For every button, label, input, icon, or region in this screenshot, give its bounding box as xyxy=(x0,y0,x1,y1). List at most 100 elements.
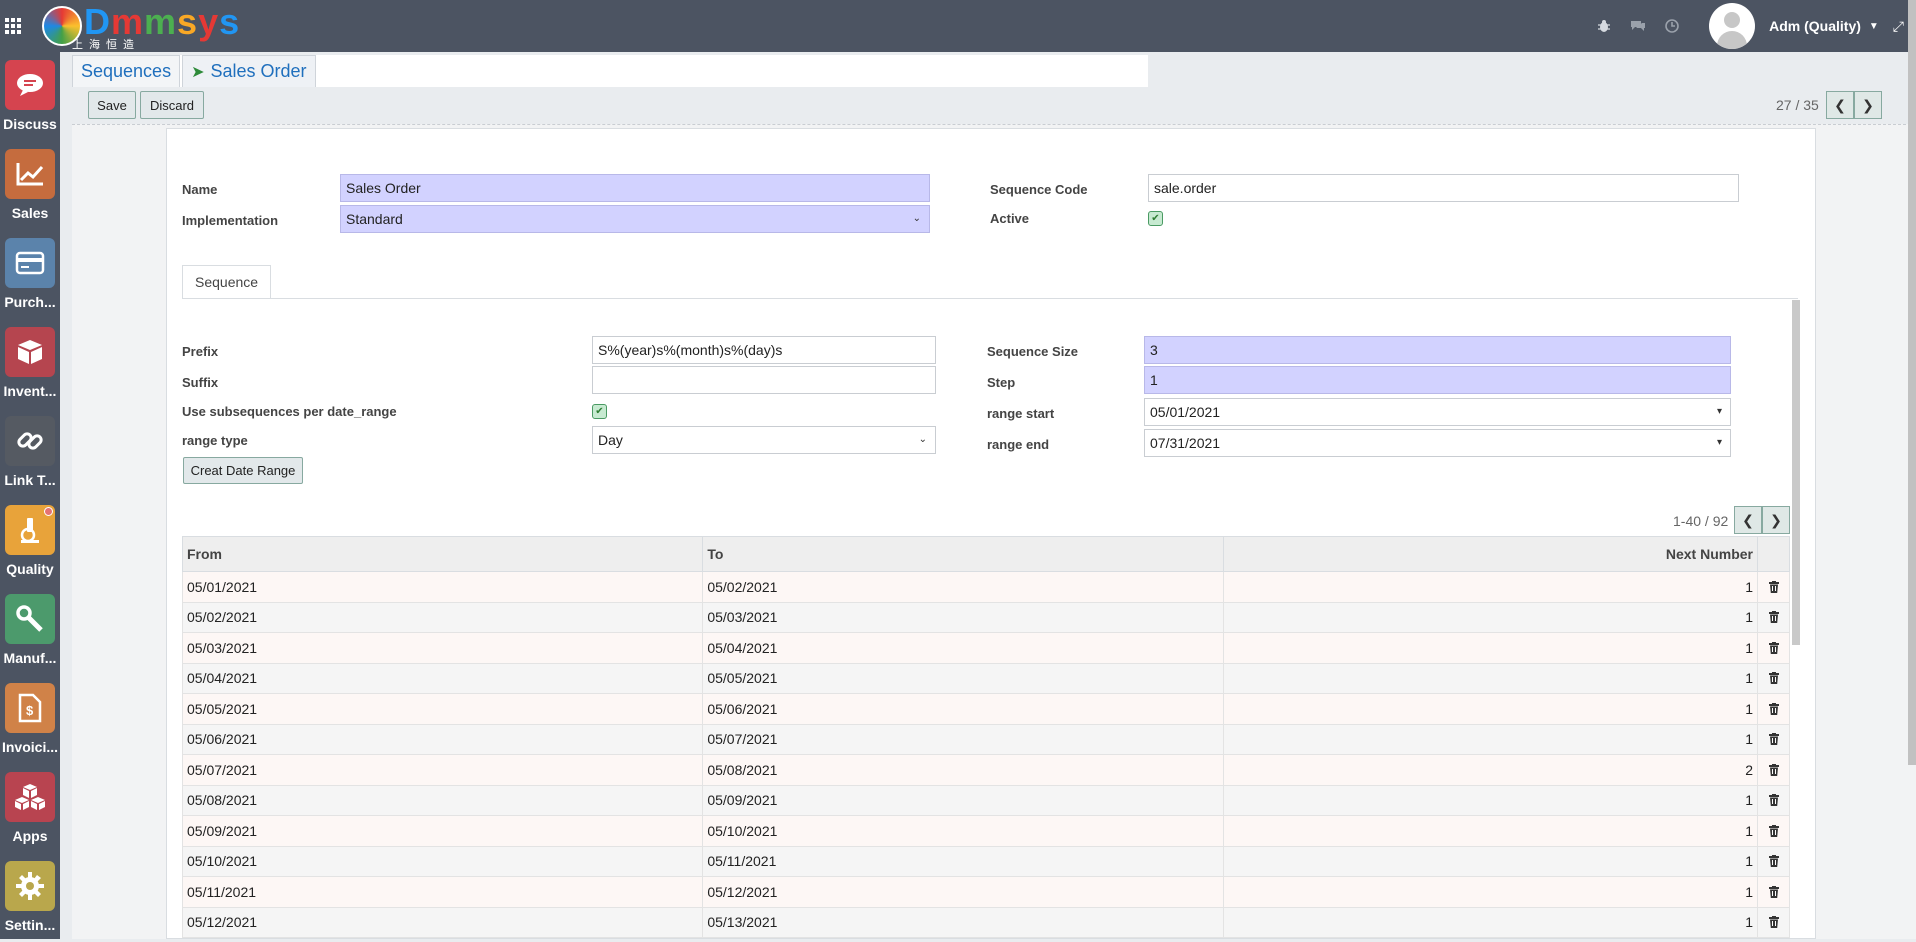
delete-row-button[interactable] xyxy=(1758,725,1789,755)
table-row[interactable]: 05/01/2021 05/02/2021 1 xyxy=(182,572,1790,603)
discard-button[interactable]: Discard xyxy=(140,91,204,119)
delete-row-button[interactable] xyxy=(1758,572,1789,602)
company-logo[interactable]: Dmmsys 上海恒造 xyxy=(42,0,240,52)
table-pager-next-button[interactable]: ❯ xyxy=(1762,506,1790,534)
cell-to[interactable]: 05/12/2021 xyxy=(703,877,1224,907)
column-header-from[interactable]: From xyxy=(183,537,704,571)
sidebar-item-sales[interactable]: Sales xyxy=(0,141,60,230)
range-type-select[interactable]: Day ⌄ xyxy=(592,426,936,454)
sidebar-item-inventory[interactable]: Invent... xyxy=(0,319,60,408)
table-row[interactable]: 05/05/2021 05/06/2021 1 xyxy=(182,694,1790,725)
cell-next-number[interactable]: 1 xyxy=(1224,785,1759,815)
cell-from[interactable]: 05/08/2021 xyxy=(183,785,704,815)
cell-to[interactable]: 05/03/2021 xyxy=(703,602,1224,632)
cell-from[interactable]: 05/12/2021 xyxy=(183,907,704,937)
cell-next-number[interactable]: 2 xyxy=(1224,755,1759,785)
chevron-down-icon[interactable]: ▼ xyxy=(1869,21,1879,32)
name-field[interactable]: Sales Order xyxy=(340,174,930,202)
page-scrollbar[interactable] xyxy=(1908,0,1916,765)
cell-next-number[interactable]: 1 xyxy=(1224,572,1759,602)
use-subsequences-checkbox[interactable]: ✔ xyxy=(592,404,607,419)
table-row[interactable]: 05/04/2021 05/05/2021 1 xyxy=(182,663,1790,694)
cell-from[interactable]: 05/03/2021 xyxy=(183,633,704,663)
sequence-size-field[interactable]: 3 xyxy=(1144,336,1731,364)
delete-row-button[interactable] xyxy=(1758,633,1789,663)
delete-row-button[interactable] xyxy=(1758,877,1789,907)
cell-from[interactable]: 05/07/2021 xyxy=(183,755,704,785)
sidebar-item-settings[interactable]: Settin... xyxy=(0,853,60,942)
prefix-field[interactable]: S%(year)s%(month)s%(day)s xyxy=(592,336,936,364)
cell-next-number[interactable]: 1 xyxy=(1224,846,1759,876)
sidebar-item-manufacturing[interactable]: Manuf... xyxy=(0,586,60,675)
cell-to[interactable]: 05/10/2021 xyxy=(703,816,1224,846)
user-name[interactable]: Adm (Quality) xyxy=(1769,18,1861,34)
cell-from[interactable]: 05/11/2021 xyxy=(183,877,704,907)
cell-from[interactable]: 05/10/2021 xyxy=(183,846,704,876)
tab-sequence[interactable]: Sequence xyxy=(182,265,272,299)
table-row[interactable]: 05/07/2021 05/08/2021 2 xyxy=(182,755,1790,786)
step-field[interactable]: 1 xyxy=(1144,366,1731,394)
table-row[interactable]: 05/08/2021 05/09/2021 1 xyxy=(182,785,1790,816)
table-pager-value[interactable]: 1-40 / 92 xyxy=(1673,513,1728,529)
cell-to[interactable]: 05/07/2021 xyxy=(703,724,1224,754)
sidebar-item-purchase[interactable]: Purch... xyxy=(0,230,60,319)
create-date-range-button[interactable]: Creat Date Range xyxy=(183,457,303,484)
pager-next-button[interactable]: ❯ xyxy=(1854,91,1882,119)
active-checkbox[interactable]: ✔ xyxy=(1148,211,1163,226)
cell-to[interactable]: 05/09/2021 xyxy=(703,785,1224,815)
pager-previous-button[interactable]: ❮ xyxy=(1826,91,1854,119)
breadcrumb-sequences[interactable]: Sequences xyxy=(72,55,181,87)
cell-next-number[interactable]: 1 xyxy=(1224,816,1759,846)
cell-to[interactable]: 05/05/2021 xyxy=(703,663,1224,693)
bug-icon[interactable] xyxy=(1593,15,1615,37)
clock-icon[interactable] xyxy=(1661,15,1683,37)
cell-to[interactable]: 05/06/2021 xyxy=(703,694,1224,724)
delete-row-button[interactable] xyxy=(1758,664,1789,694)
table-row[interactable]: 05/03/2021 05/04/2021 1 xyxy=(182,633,1790,664)
sidebar-item-apps[interactable]: Apps xyxy=(0,764,60,853)
delete-row-button[interactable] xyxy=(1758,908,1789,938)
implementation-select[interactable]: Standard ⌄ xyxy=(340,205,930,233)
cell-to[interactable]: 05/02/2021 xyxy=(703,572,1224,602)
delete-row-button[interactable] xyxy=(1758,816,1789,846)
form-scrollbar[interactable] xyxy=(1792,300,1800,645)
cell-next-number[interactable]: 1 xyxy=(1224,907,1759,937)
cell-to[interactable]: 05/11/2021 xyxy=(703,846,1224,876)
cell-to[interactable]: 05/13/2021 xyxy=(703,907,1224,937)
range-start-field[interactable]: 05/01/2021 ▾ xyxy=(1144,398,1731,426)
table-row[interactable]: 05/09/2021 05/10/2021 1 xyxy=(182,816,1790,847)
cell-next-number[interactable]: 1 xyxy=(1224,694,1759,724)
cell-to[interactable]: 05/08/2021 xyxy=(703,755,1224,785)
range-end-field[interactable]: 07/31/2021 ▾ xyxy=(1144,429,1731,457)
expand-icon[interactable]: ⤢ xyxy=(1893,18,1904,35)
sidebar-item-discuss[interactable]: Discuss xyxy=(0,52,60,141)
table-pager-previous-button[interactable]: ❮ xyxy=(1734,506,1762,534)
app-menu-icon[interactable] xyxy=(0,0,26,52)
column-header-to[interactable]: To xyxy=(703,537,1224,571)
suffix-field[interactable] xyxy=(592,366,936,394)
cell-from[interactable]: 05/01/2021 xyxy=(183,572,704,602)
table-row[interactable]: 05/02/2021 05/03/2021 1 xyxy=(182,602,1790,633)
cell-next-number[interactable]: 1 xyxy=(1224,724,1759,754)
delete-row-button[interactable] xyxy=(1758,847,1789,877)
cell-to[interactable]: 05/04/2021 xyxy=(703,633,1224,663)
cell-next-number[interactable]: 1 xyxy=(1224,633,1759,663)
delete-row-button[interactable] xyxy=(1758,786,1789,816)
cell-next-number[interactable]: 1 xyxy=(1224,663,1759,693)
delete-row-button[interactable] xyxy=(1758,603,1789,633)
delete-row-button[interactable] xyxy=(1758,694,1789,724)
delete-row-button[interactable] xyxy=(1758,755,1789,785)
column-header-next-number[interactable]: Next Number xyxy=(1224,537,1759,571)
cell-from[interactable]: 05/06/2021 xyxy=(183,724,704,754)
cell-from[interactable]: 05/05/2021 xyxy=(183,694,704,724)
cell-next-number[interactable]: 1 xyxy=(1224,602,1759,632)
table-row[interactable]: 05/12/2021 05/13/2021 1 xyxy=(182,907,1790,938)
user-avatar[interactable] xyxy=(1709,3,1756,49)
record-pager-value[interactable]: 27 / 35 xyxy=(1776,97,1819,113)
sidebar-item-quality[interactable]: Quality xyxy=(0,497,60,586)
chat-icon[interactable] xyxy=(1627,15,1649,37)
sidebar-item-invoicing[interactable]: $ Invoici... xyxy=(0,675,60,764)
table-row[interactable]: 05/11/2021 05/12/2021 1 xyxy=(182,877,1790,908)
sidebar-item-link-tracker[interactable]: Link T... xyxy=(0,408,60,497)
cell-from[interactable]: 05/09/2021 xyxy=(183,816,704,846)
